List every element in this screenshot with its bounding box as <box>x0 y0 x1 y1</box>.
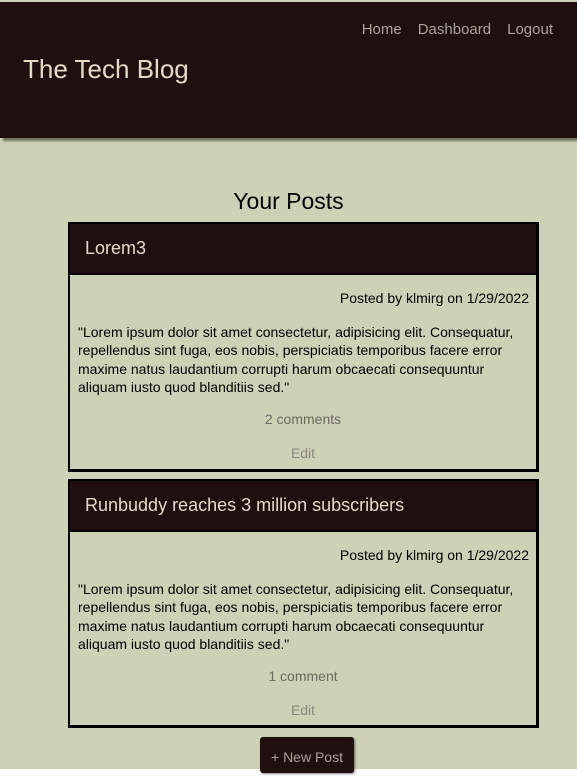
post-card: Lorem3 Posted by klmirg on 1/29/2022 "Lo… <box>68 222 539 472</box>
post-card: Runbuddy reaches 3 million subscribers P… <box>68 479 539 728</box>
post-body: "Lorem ipsum dolor sit amet consectetur,… <box>78 581 514 652</box>
page: The Tech Blog Home Dashboard Logout Your… <box>0 0 577 773</box>
nav-home-link[interactable]: Home <box>362 21 402 38</box>
nav-logout-link[interactable]: Logout <box>507 21 553 38</box>
post-title[interactable]: Runbuddy reaches 3 million subscribers <box>85 495 404 516</box>
edit-post-link[interactable]: Edit <box>70 445 536 461</box>
post-title[interactable]: Lorem3 <box>85 238 146 259</box>
site-title[interactable]: The Tech Blog <box>23 54 189 85</box>
main-nav: Home Dashboard Logout <box>362 21 553 38</box>
post-card-header: Lorem3 <box>70 224 536 275</box>
post-comments-link[interactable]: 1 comment <box>70 668 536 684</box>
post-meta: Posted by klmirg on 1/29/2022 <box>339 547 529 563</box>
post-comments-link[interactable]: 2 comments <box>70 411 536 427</box>
nav-dashboard-link[interactable]: Dashboard <box>418 21 491 38</box>
new-post-button[interactable]: + New Post <box>260 737 354 773</box>
post-card-header: Runbuddy reaches 3 million subscribers <box>70 481 536 532</box>
post-meta: Posted by klmirg on 1/29/2022 <box>339 290 529 306</box>
post-body: "Lorem ipsum dolor sit amet consectetur,… <box>78 324 514 395</box>
section-title: Your Posts <box>233 188 344 214</box>
edit-post-link[interactable]: Edit <box>70 702 536 718</box>
site-header: The Tech Blog Home Dashboard Logout <box>0 2 577 138</box>
